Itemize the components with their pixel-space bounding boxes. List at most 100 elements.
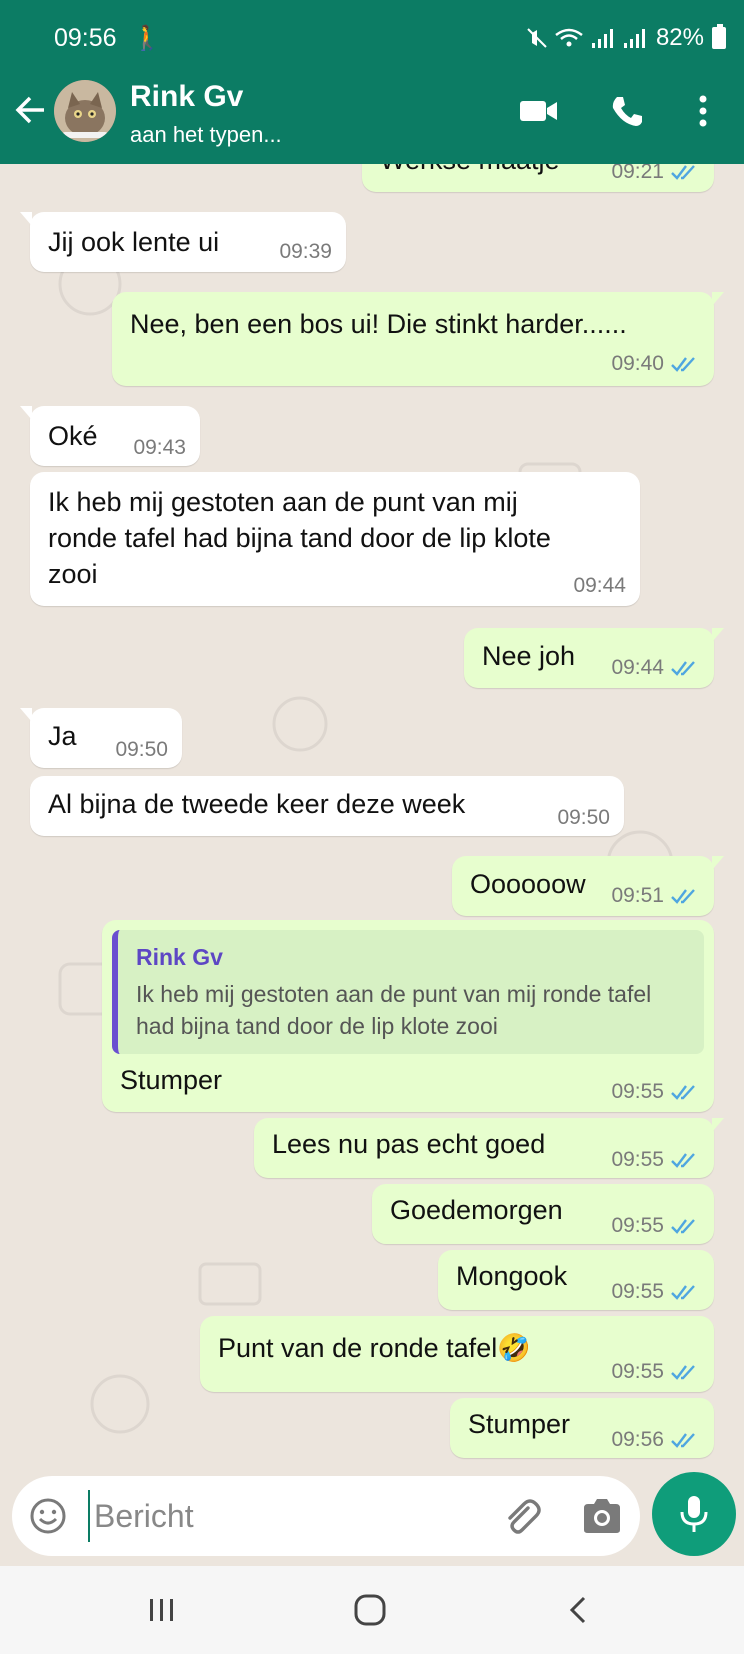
message-text: Oooooow bbox=[470, 869, 586, 899]
signal-icon-1 bbox=[591, 29, 613, 48]
message-text: Ik heb mij gestoten aan de punt van mij … bbox=[48, 487, 551, 589]
back-chevron-icon bbox=[569, 1596, 586, 1624]
message-time: 09:50 bbox=[115, 738, 168, 761]
message-meta: 09:55 bbox=[611, 1214, 700, 1238]
message-outgoing[interactable]: Werkse maatje 09:21 bbox=[362, 164, 714, 192]
signal-icons bbox=[526, 27, 648, 49]
paperclip-icon[interactable] bbox=[498, 1494, 542, 1538]
message-outgoing[interactable]: Stumper 09:56 bbox=[450, 1398, 714, 1458]
message-incoming[interactable]: Al bijna de tweede keer deze week 09:50 bbox=[30, 776, 624, 836]
double-check-icon bbox=[671, 661, 695, 676]
message-time: 09:50 bbox=[557, 806, 610, 829]
recent-apps-button[interactable] bbox=[132, 1588, 192, 1632]
message-meta: 09:56 bbox=[611, 1428, 700, 1452]
battery-icon bbox=[712, 24, 726, 49]
reply-message[interactable]: Rink Gv Ik heb mij gestoten aan de punt … bbox=[102, 920, 714, 1112]
video-call-button[interactable] bbox=[516, 88, 562, 134]
message-input[interactable] bbox=[88, 1490, 468, 1542]
message-outgoing[interactable]: Punt van de ronde tafel🤣 09:55 bbox=[200, 1316, 714, 1392]
message-outgoing[interactable]: Nee, ben een bos ui! Die stinkt harder..… bbox=[112, 292, 724, 386]
message-text: Goedemorgen bbox=[390, 1195, 563, 1225]
message-time: 09:40 bbox=[611, 352, 664, 375]
back-arrow-icon[interactable] bbox=[10, 90, 50, 130]
message-outgoing[interactable]: Mongook 09:55 bbox=[438, 1250, 714, 1310]
message-meta: 09:43 bbox=[133, 436, 186, 460]
quoted-text: Ik heb mij gestoten aan de punt van mij … bbox=[136, 981, 652, 1039]
message-text: Punt van de ronde tafel bbox=[218, 1333, 498, 1363]
message-time: 09:44 bbox=[573, 574, 626, 597]
message-incoming[interactable]: Ik heb mij gestoten aan de punt van mij … bbox=[30, 472, 640, 606]
avatar[interactable] bbox=[54, 80, 116, 142]
more-options-button[interactable] bbox=[680, 88, 726, 134]
battery-percentage: 82% bbox=[655, 24, 704, 51]
double-check-icon bbox=[671, 1365, 695, 1380]
back-button[interactable] bbox=[548, 1588, 608, 1632]
message-text: Al bijna de tweede keer deze week bbox=[48, 789, 466, 819]
message-outgoing[interactable]: Oooooow 09:51 bbox=[452, 856, 724, 916]
message-time: 09:55 bbox=[611, 1280, 664, 1303]
status-icons: 82% bbox=[526, 24, 726, 52]
voice-call-button[interactable] bbox=[604, 88, 650, 134]
message-input-box[interactable] bbox=[12, 1476, 640, 1556]
double-check-icon bbox=[671, 165, 695, 180]
message-meta: 09:55 bbox=[611, 1280, 700, 1304]
system-navigation-bar bbox=[0, 1566, 744, 1654]
message-time: 09:39 bbox=[279, 240, 332, 263]
message-outgoing[interactable]: Lees nu pas echt goed 09:55 bbox=[254, 1118, 724, 1178]
message-meta: 09:55 bbox=[611, 1148, 700, 1172]
message-incoming[interactable]: Ja 09:50 bbox=[20, 708, 182, 768]
home-icon bbox=[354, 1594, 386, 1626]
more-vertical-icon bbox=[699, 95, 707, 127]
message-text: Oké bbox=[48, 421, 98, 451]
message-outgoing[interactable]: Nee joh 09:44 bbox=[464, 628, 724, 688]
signal-icon-2 bbox=[623, 29, 645, 48]
wifi-icon bbox=[555, 28, 583, 47]
message-outgoing[interactable]: Goedemorgen 09:55 bbox=[372, 1184, 714, 1244]
message-meta: 09:21 bbox=[611, 164, 700, 184]
quoted-message[interactable]: Rink Gv Ik heb mij gestoten aan de punt … bbox=[112, 930, 704, 1054]
message-time: 09:55 bbox=[611, 1148, 664, 1171]
message-incoming[interactable]: Oké 09:43 bbox=[20, 406, 200, 466]
message-text: Nee joh bbox=[482, 641, 576, 671]
message-text-wrap: Punt van de ronde tafel🤣 bbox=[218, 1330, 531, 1366]
message-text: Lees nu pas echt goed bbox=[272, 1129, 546, 1159]
message-incoming[interactable]: Jij ook lente ui 09:39 bbox=[20, 212, 346, 272]
double-check-icon bbox=[671, 1433, 695, 1448]
double-check-icon bbox=[671, 1153, 695, 1168]
message-text: Mongook bbox=[456, 1261, 568, 1291]
message-text: Stumper bbox=[468, 1409, 571, 1439]
voice-record-button[interactable] bbox=[652, 1472, 736, 1556]
home-button[interactable] bbox=[340, 1588, 400, 1632]
typing-status: aan het typen... bbox=[130, 122, 282, 147]
message-meta: 09:39 bbox=[279, 240, 332, 264]
chat-messages[interactable]: Werkse maatje 09:21 Jij ook lente ui 09:… bbox=[0, 164, 744, 1472]
message-time: 09:43 bbox=[133, 436, 186, 459]
message-meta: 09:40 bbox=[611, 352, 700, 376]
message-meta: 09:55 bbox=[611, 1360, 700, 1384]
double-check-icon bbox=[671, 1285, 695, 1300]
walking-icon: 🚶 bbox=[132, 25, 162, 52]
message-meta: 09:50 bbox=[557, 806, 610, 830]
double-check-icon bbox=[671, 357, 695, 372]
message-text: Stumper bbox=[120, 1065, 223, 1095]
recent-apps-icon bbox=[150, 1599, 173, 1621]
message-text: Jij ook lente ui bbox=[48, 227, 220, 257]
camera-icon[interactable] bbox=[580, 1496, 624, 1536]
chat-app-bar: Rink Gv aan het typen... bbox=[0, 70, 744, 160]
phone-icon bbox=[612, 97, 642, 126]
quoted-sender: Rink Gv bbox=[136, 944, 223, 970]
double-check-icon bbox=[671, 889, 695, 904]
video-camera-icon bbox=[520, 101, 557, 121]
message-time: 09:55 bbox=[611, 1080, 664, 1103]
emoji-icon[interactable] bbox=[28, 1496, 68, 1536]
message-time: 09:56 bbox=[611, 1428, 664, 1451]
message-meta: 09:55 bbox=[611, 1080, 700, 1104]
message-text: Nee, ben een bos ui! Die stinkt harder..… bbox=[130, 309, 627, 339]
message-time: 09:55 bbox=[611, 1214, 664, 1237]
message-composer bbox=[0, 1472, 744, 1564]
contact-name[interactable]: Rink Gv bbox=[130, 80, 243, 114]
message-time: 09:51 bbox=[611, 884, 664, 907]
mute-vibrate-icon bbox=[527, 28, 547, 48]
status-bar: 09:56 🚶 82% bbox=[0, 18, 744, 58]
message-text: Ja bbox=[48, 721, 77, 751]
